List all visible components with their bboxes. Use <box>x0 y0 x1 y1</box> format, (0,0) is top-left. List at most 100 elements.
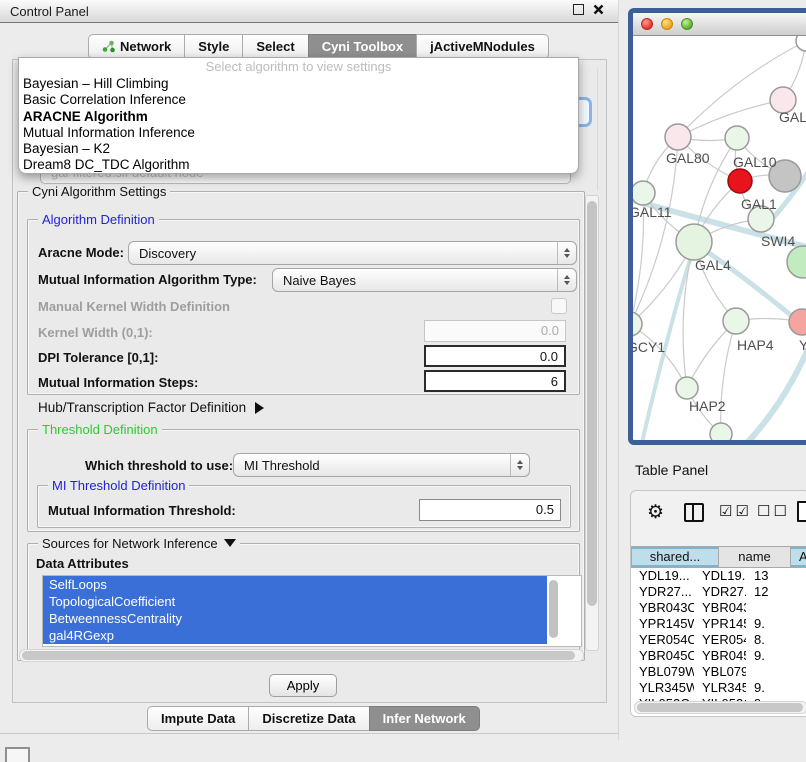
tab-select[interactable]: Select <box>242 34 307 59</box>
dropdown-item[interactable]: Bayesian – Hill Climbing <box>19 76 578 92</box>
table-row[interactable]: YER054CYER054C8. <box>631 632 806 648</box>
mi-algorithm-type-value: Naive Bayes <box>273 273 557 288</box>
file-icon[interactable] <box>797 501 806 522</box>
network-node-gal11[interactable] <box>633 181 655 205</box>
aracne-mode-combo[interactable]: Discovery <box>128 241 577 265</box>
tab-cyni-toolbox[interactable]: Cyni Toolbox <box>308 34 416 59</box>
network-node-gal80[interactable] <box>665 124 691 150</box>
select-unchecked-icon[interactable]: ☐☐ <box>757 502 790 520</box>
network-node-label: GAL <box>779 109 806 125</box>
network-node-hap4[interactable] <box>723 308 749 334</box>
columns-icon[interactable] <box>684 503 704 522</box>
table-row[interactable]: YBL079WYBL079W <box>631 664 806 680</box>
minimized-panel-icon[interactable] <box>5 747 30 762</box>
network-view-window[interactable]: GALGAL80GAL10GAL1GAL11SWI4GAL4GCY1HAP4YH… <box>628 8 806 445</box>
dropdown-item[interactable]: Dream8 DC_TDC Algorithm <box>19 157 578 173</box>
settings-hscrollbar[interactable] <box>19 649 584 662</box>
network-node-gcy1[interactable] <box>633 312 642 336</box>
tab-network[interactable]: Network <box>88 34 184 59</box>
network-node-hap2[interactable] <box>676 377 698 399</box>
tab-label: Impute Data <box>161 711 235 726</box>
manual-kernel-width-label: Manual Kernel Width Definition <box>38 299 230 314</box>
aracne-mode-label: Aracne Mode: <box>38 245 124 260</box>
collapse-down-icon <box>224 539 236 547</box>
network-edge[interactable] <box>721 321 736 434</box>
network-node-label: Y <box>799 337 806 353</box>
network-node-label: GAL1 <box>741 196 777 212</box>
dropdown-item[interactable]: ARACNE Algorithm <box>19 109 578 125</box>
column-header[interactable]: A <box>791 546 806 568</box>
sources-legend[interactable]: Sources for Network Inference <box>38 536 240 551</box>
network-node-label: SWI4 <box>761 233 795 249</box>
table-cell: 9. <box>746 616 806 632</box>
table-row[interactable]: YBR045CYBR045C9. <box>631 648 806 664</box>
zoom-traffic-light[interactable] <box>681 18 693 30</box>
table-cell: YLR345W <box>694 680 746 696</box>
close-traffic-light[interactable] <box>641 18 653 30</box>
aracne-mode-value: Discovery <box>129 246 557 261</box>
tab-infer-network[interactable]: Infer Network <box>369 706 480 731</box>
table-hscrollbar-thumb[interactable] <box>637 703 803 712</box>
mi-steps-input[interactable]: 6 <box>424 370 566 392</box>
which-threshold-combo[interactable]: MI Threshold <box>233 453 530 477</box>
network-canvas[interactable]: GALGAL80GAL10GAL1GAL11SWI4GAL4GCY1HAP4YH… <box>633 36 806 441</box>
table-cell <box>746 600 806 616</box>
table-row[interactable]: YPR145WYPR145W9. <box>631 616 806 632</box>
tab-jactivemnodules[interactable]: jActiveMNodules <box>416 34 549 59</box>
apply-button[interactable]: Apply <box>269 674 337 697</box>
tab-style[interactable]: Style <box>184 34 242 59</box>
settings-hscrollbar-thumb[interactable] <box>22 651 575 660</box>
mi-algorithm-type-combo[interactable]: Naive Bayes <box>272 268 577 292</box>
tab-impute-data[interactable]: Impute Data <box>147 706 248 731</box>
groupbox-edge-fragment <box>597 68 598 190</box>
dropdown-item[interactable]: Basic Correlation Inference <box>19 92 578 108</box>
attribute-list-item[interactable]: BetweennessCentrality <box>43 610 547 627</box>
attribute-list-item[interactable]: gal4RGexp <box>43 627 547 644</box>
network-node-gal10[interactable] <box>725 126 749 150</box>
table-row[interactable]: YDR27...YDR27...12 <box>631 584 806 600</box>
tab-discretize-data[interactable]: Discretize Data <box>248 706 368 731</box>
list-scrollbar-thumb[interactable] <box>549 580 558 638</box>
attribute-list-item[interactable]: SelfLoops <box>43 576 547 593</box>
table-cell: YBR043C <box>694 600 746 616</box>
gear-icon[interactable]: ⚙ <box>647 500 664 526</box>
dpi-tolerance-label: DPI Tolerance [0,1]: <box>38 350 158 365</box>
table-hscrollbar[interactable] <box>634 701 806 714</box>
network-node[interactable] <box>710 423 732 441</box>
which-threshold-label: Which threshold to use: <box>85 458 233 473</box>
minimize-traffic-light[interactable] <box>661 18 673 30</box>
network-node-gal1[interactable] <box>728 169 752 193</box>
column-header[interactable]: shared... <box>631 546 719 568</box>
dropdown-item[interactable]: Mutual Information Inference <box>19 125 578 141</box>
settings-vscrollbar-thumb[interactable] <box>587 201 597 606</box>
network-node-gal4[interactable] <box>676 224 712 260</box>
control-panel-title: Control Panel <box>10 4 89 19</box>
float-window-icon[interactable] <box>573 4 584 15</box>
kernel-width-input[interactable]: 0.0 <box>424 320 566 342</box>
settings-vscrollbar[interactable] <box>585 195 599 651</box>
table-cell: YDR27... <box>694 584 746 600</box>
network-edge[interactable] <box>633 324 687 388</box>
table-row[interactable]: YBR043CYBR043C <box>631 600 806 616</box>
manual-kernel-width-checkbox[interactable] <box>551 298 567 314</box>
select-checked-icon[interactable]: ☑☑ <box>719 502 752 520</box>
table-cell: 13 <box>746 568 806 584</box>
tab-label: Select <box>256 39 294 54</box>
which-threshold-value: MI Threshold <box>234 458 510 473</box>
network-window-titlebar[interactable] <box>633 13 806 36</box>
hub-definition-toggle[interactable]: Hub/Transcription Factor Definition <box>38 400 264 415</box>
mi-threshold-input[interactable]: 0.5 <box>419 499 561 521</box>
dropdown-item[interactable]: Bayesian – K2 <box>19 141 578 157</box>
table-row[interactable]: YLR345WYLR345W9. <box>631 680 806 696</box>
kernel-width-label: Kernel Width (0,1): <box>38 325 153 340</box>
network-node[interactable] <box>796 36 806 51</box>
attribute-list-item[interactable]: TopologicalCoefficient <box>43 593 547 610</box>
table-row[interactable]: YDL19...YDL19...13 <box>631 568 806 584</box>
dpi-tolerance-input[interactable]: 0.0 <box>424 345 566 367</box>
network-node[interactable] <box>787 246 806 278</box>
close-icon[interactable] <box>593 4 604 15</box>
focused-combo-fragment <box>577 97 592 127</box>
network-node-label: GAL11 <box>633 204 672 220</box>
data-attributes-list[interactable]: SelfLoopsTopologicalCoefficientBetweenne… <box>42 575 582 647</box>
column-header[interactable]: name <box>719 546 791 568</box>
